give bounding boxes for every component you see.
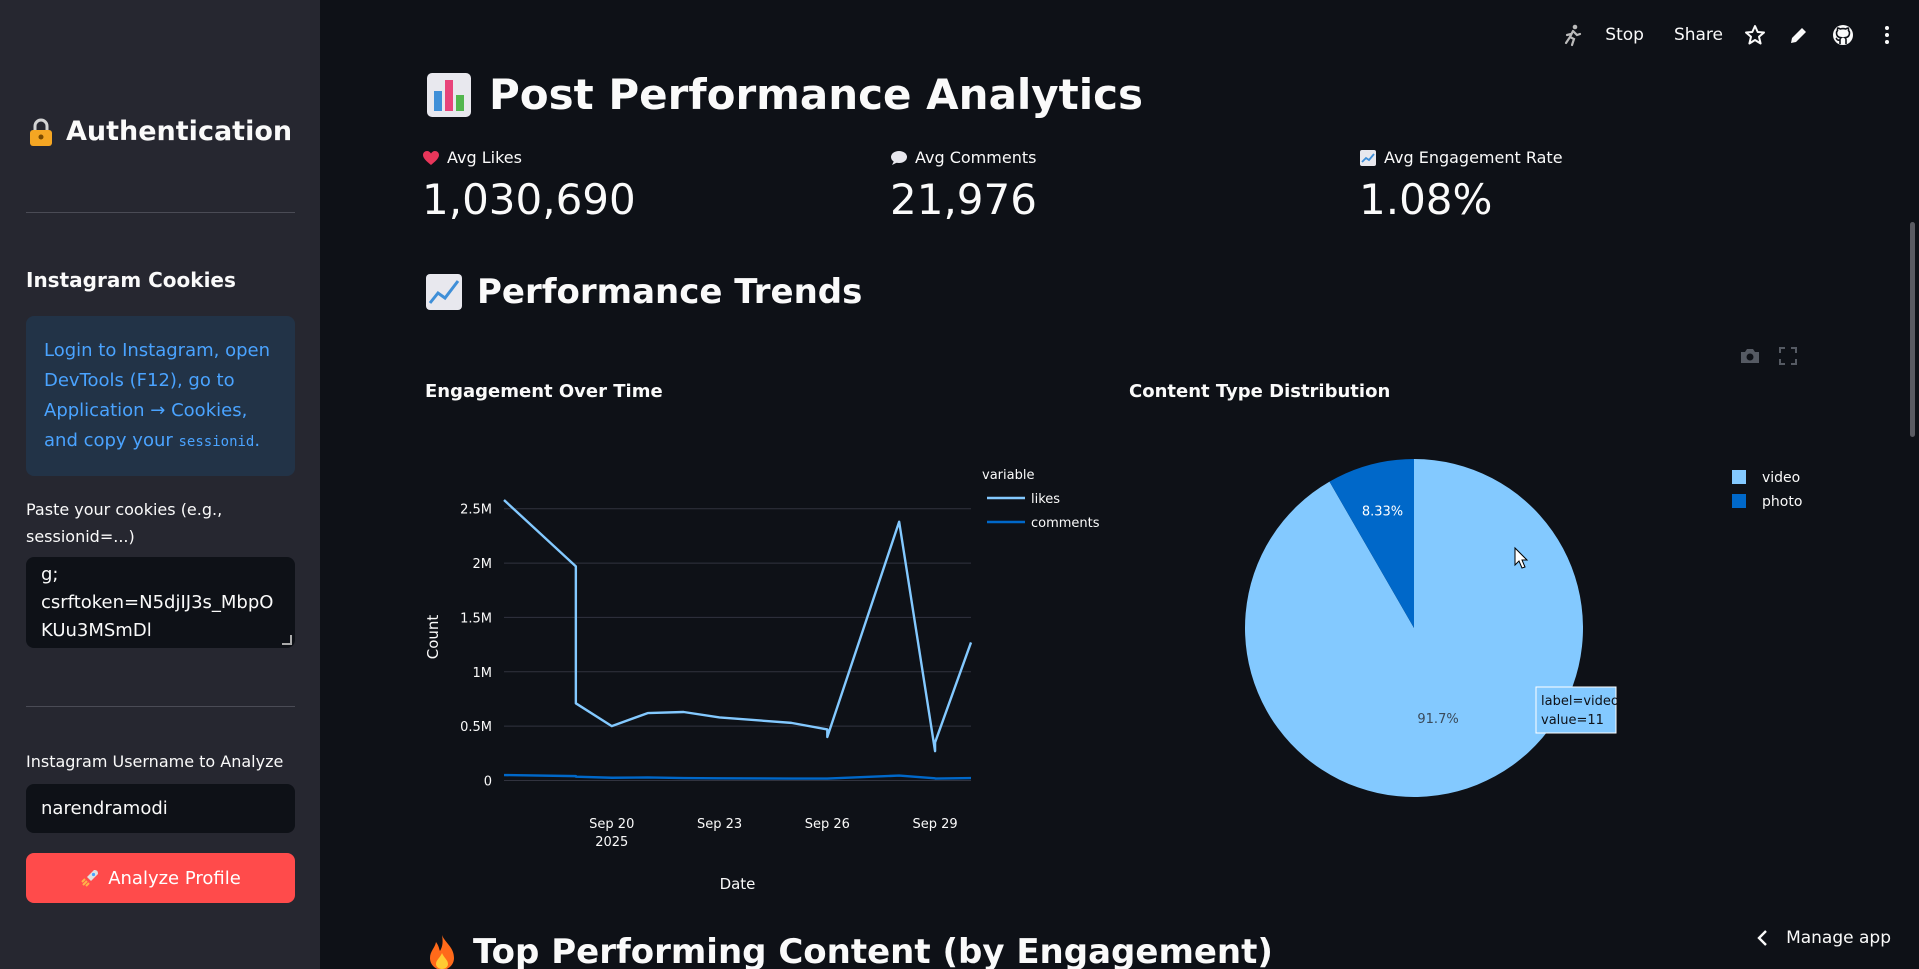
metric-label-row: Avg Engagement Rate <box>1359 148 1563 167</box>
x-tick-label: Sep 20 <box>589 817 634 832</box>
series-line-likes[interactable] <box>503 499 973 753</box>
paste-cookies-label: Paste your cookies (e.g., sessionid=...) <box>26 500 223 546</box>
x-tick-label: 2025 <box>595 835 628 850</box>
rocket-icon <box>81 870 99 887</box>
legend-swatch[interactable] <box>1732 470 1746 484</box>
fullscreen-icon[interactable] <box>1779 347 1797 365</box>
manage-app-button[interactable]: Manage app <box>1756 928 1891 948</box>
content-type-pie-chart: 91.7% 8.33% video photo label=video value=11 <box>1245 459 1802 797</box>
metric-value: 1.08% <box>1359 175 1493 224</box>
fire-icon <box>430 935 454 969</box>
page-title-text: Post Performance Analytics <box>489 70 1144 119</box>
divider <box>26 706 295 707</box>
edit-pencil-icon[interactable] <box>1787 23 1811 47</box>
more-vertical-icon[interactable] <box>1875 23 1899 47</box>
camera-icon[interactable] <box>1739 347 1761 365</box>
y-axis-label: Count <box>424 615 442 660</box>
cookie-info-box: Login to Instagram, open DevTools (F12),… <box>26 316 295 476</box>
top-content-title-text: Top Performing Content (by Engagement) <box>473 932 1273 969</box>
y-tick-label: 1.5M <box>460 611 492 626</box>
trends-heading: Performance Trends <box>425 272 862 312</box>
x-tick-label: Sep 29 <box>912 817 957 832</box>
y-tick-label: 1M <box>473 666 493 681</box>
y-tick-label: 0 <box>484 774 492 789</box>
legend-label[interactable]: photo <box>1762 494 1802 510</box>
top-content-heading: Top Performing Content (by Engagement) <box>425 932 1273 969</box>
lock-icon <box>30 118 52 146</box>
pie-chart-title: Content Type Distribution <box>1129 381 1391 402</box>
page-scrollbar[interactable] <box>1910 222 1915 437</box>
series-line-comments[interactable] <box>503 773 972 780</box>
bar-chart-icon <box>427 72 471 117</box>
tooltip-text: value=11 <box>1541 713 1604 728</box>
share-button[interactable]: Share <box>1674 25 1723 45</box>
metric-label: Avg Engagement Rate <box>1384 148 1563 167</box>
metric-label: Avg Comments <box>915 148 1037 167</box>
cookie-line: KUu3MSmDl <box>41 620 152 641</box>
info-text-end: . <box>254 430 261 451</box>
x-axis-label: Date <box>720 875 756 893</box>
legend-title: variable <box>982 468 1034 483</box>
auth-title-text: Authentication <box>66 116 293 147</box>
y-tick-label: 2M <box>473 557 493 572</box>
metric-value: 1,030,690 <box>422 175 636 224</box>
stop-button[interactable]: Stop <box>1605 25 1644 45</box>
manage-app-label: Manage app <box>1786 928 1891 948</box>
x-tick-label: Sep 23 <box>697 817 742 832</box>
heart-icon <box>423 150 439 165</box>
github-icon[interactable] <box>1831 23 1855 47</box>
tooltip-text: label=video <box>1541 694 1619 709</box>
y-tick-label: 2.5M <box>460 503 492 518</box>
cookie-line: csrftoken=N5djIJ3s_MbpO <box>41 592 274 613</box>
username-input[interactable]: narendramodi <box>26 784 295 833</box>
chevron-left-icon <box>1757 930 1767 946</box>
legend-label[interactable]: video <box>1762 470 1800 486</box>
chart-toolbar <box>1739 347 1797 365</box>
star-icon[interactable] <box>1743 23 1767 47</box>
trends-title-text: Performance Trends <box>477 272 863 312</box>
page-title: Post Performance Analytics <box>425 70 1143 119</box>
slice-percent-label: 91.7% <box>1417 712 1458 727</box>
metric-label: Avg Likes <box>447 148 522 167</box>
username-label: Instagram Username to Analyze <box>26 752 284 771</box>
legend-label[interactable]: comments <box>1031 516 1100 531</box>
analyze-profile-label: Analyze Profile <box>108 867 241 889</box>
metric-avg-likes: Avg Likes 1,030,690 <box>422 148 636 224</box>
line-chart-title: Engagement Over Time <box>425 381 663 402</box>
engagement-line-chart: 0 0.5M 1M 1.5M 2M 2.5M Sep 20 2025 Sep 23 Sep 26 S… <box>424 468 1100 893</box>
auth-heading: Authentication <box>26 116 292 147</box>
metric-value: 21,976 <box>890 175 1037 224</box>
cookies-heading: Instagram Cookies <box>26 268 236 292</box>
metric-avg-engagement: Avg Engagement Rate 1.08% <box>1359 148 1563 224</box>
trending-up-icon <box>426 274 462 310</box>
analyze-profile-button[interactable]: Analyze Profile <box>26 853 295 903</box>
legend-swatch[interactable] <box>1732 494 1746 508</box>
metric-label-row: Avg Comments <box>890 148 1037 167</box>
resize-handle-icon[interactable] <box>282 635 292 645</box>
sidebar: Authentication Instagram Cookies Login t… <box>0 0 320 969</box>
cookies-textarea[interactable]: g; csrftoken=N5djIJ3s_MbpO KUu3MSmDl <box>26 557 295 648</box>
x-tick-label: Sep 26 <box>805 817 850 832</box>
cookie-line: g; <box>41 564 59 585</box>
info-code: sessionid <box>178 434 255 450</box>
running-man-icon <box>1565 24 1582 47</box>
metric-avg-comments: Avg Comments 21,976 <box>890 148 1037 224</box>
divider <box>26 212 295 213</box>
y-tick-label: 0.5M <box>460 720 492 735</box>
trending-up-icon <box>1360 149 1376 166</box>
slice-percent-label: 8.33% <box>1362 504 1403 519</box>
metric-label-row: Avg Likes <box>422 148 636 167</box>
app-toolbar: Stop Share <box>1561 18 1899 52</box>
speech-bubble-icon <box>891 150 907 165</box>
legend-label[interactable]: likes <box>1031 492 1060 507</box>
